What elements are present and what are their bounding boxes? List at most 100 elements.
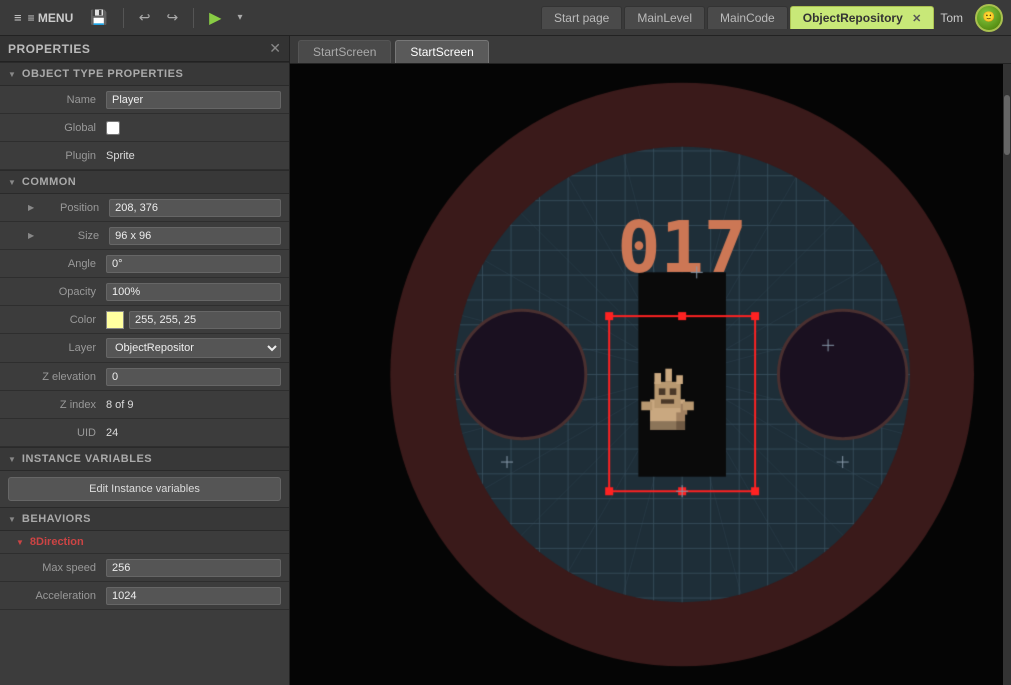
- editor-tab-label-2: StartScreen: [410, 45, 473, 59]
- panel-close-button[interactable]: ✕: [269, 40, 281, 57]
- prop-size-input[interactable]: [109, 227, 281, 245]
- color-swatch[interactable]: [106, 311, 124, 329]
- section-title-common: COMMON: [22, 176, 76, 188]
- prop-opacity-input[interactable]: [106, 283, 281, 301]
- prop-opacity-row: Opacity: [0, 278, 289, 306]
- prop-opacity-label: Opacity: [16, 286, 106, 298]
- game-view[interactable]: [290, 64, 1011, 685]
- tab-close-object-repository[interactable]: ✕: [912, 13, 921, 25]
- section-title-iv: INSTANCE VARIABLES: [22, 453, 152, 465]
- prop-uid-label: UID: [16, 427, 106, 439]
- user-name-label: Tom: [940, 11, 963, 25]
- common-content: ▶ Position ▶ Size Angle Opacity: [0, 194, 289, 447]
- prop-color-label: Color: [16, 314, 106, 326]
- panel-body: ▼ OBJECT TYPE PROPERTIES Name Global Plu…: [0, 62, 289, 685]
- instance-variables-content: Edit Instance variables: [0, 471, 289, 507]
- section-title-beh: BEHAVIORS: [22, 513, 91, 525]
- editor-scrollbar[interactable]: [1003, 64, 1011, 685]
- prop-angle-label: Angle: [16, 258, 106, 270]
- prop-size-label: Size: [39, 230, 109, 242]
- prop-name-label: Name: [16, 94, 106, 106]
- prop-angle-row: Angle: [0, 250, 289, 278]
- section-instance-variables[interactable]: ▼ INSTANCE VARIABLES: [0, 447, 289, 471]
- menu-button[interactable]: ≡ ≡ MENU: [8, 8, 79, 27]
- panel-header: PROPERTIES ✕: [0, 36, 289, 62]
- prop-uid-row: UID 24: [0, 419, 289, 447]
- editor-area: StartScreen StartScreen: [290, 36, 1011, 685]
- prop-zelevation-input[interactable]: [106, 368, 281, 386]
- prop-maxspeed-label: Max speed: [16, 562, 106, 574]
- edit-instance-vars-button[interactable]: Edit Instance variables: [8, 477, 281, 501]
- section-object-type-props[interactable]: ▼ OBJECT TYPE PROPERTIES: [0, 62, 289, 86]
- prop-size-row: ▶ Size: [0, 222, 289, 250]
- prop-zindex-label: Z index: [16, 399, 106, 411]
- prop-maxspeed-row: Max speed: [0, 554, 289, 582]
- tab-label-start-page: Start page: [554, 11, 609, 25]
- prop-layer-label: Layer: [16, 342, 106, 354]
- prop-acceleration-label: Acceleration: [16, 590, 106, 602]
- prop-angle-input[interactable]: [106, 255, 281, 273]
- avatar-icon: 🙂: [983, 12, 995, 23]
- section-arrow-iv: ▼: [8, 455, 16, 464]
- scrollbar-thumb[interactable]: [1004, 95, 1010, 155]
- prop-name-row: Name: [0, 86, 289, 114]
- properties-panel: PROPERTIES ✕ ▼ OBJECT TYPE PROPERTIES Na…: [0, 36, 290, 685]
- tab-label-object-repository: ObjectRepository: [803, 11, 903, 25]
- prop-plugin-value: Sprite: [106, 150, 281, 162]
- play-button[interactable]: ▶: [204, 5, 226, 31]
- tab-start-page[interactable]: Start page: [541, 6, 622, 29]
- section-behaviors[interactable]: ▼ BEHAVIORS: [0, 507, 289, 531]
- main-content: PROPERTIES ✕ ▼ OBJECT TYPE PROPERTIES Na…: [0, 36, 1011, 685]
- section-arrow-beh: ▼: [8, 515, 16, 524]
- game-canvas[interactable]: [290, 64, 1003, 685]
- redo-button[interactable]: ↪: [161, 6, 183, 29]
- prop-name-input[interactable]: [106, 91, 281, 109]
- panel-title: PROPERTIES: [8, 42, 90, 56]
- prop-position-input[interactable]: [109, 199, 281, 217]
- top-tab-bar: Start page MainLevel MainCode ObjectRepo…: [541, 6, 934, 29]
- behavior-8direction[interactable]: ▼ 8Direction: [0, 531, 289, 554]
- prop-acceleration-row: Acceleration: [0, 582, 289, 610]
- object-type-props-content: Name Global Plugin Sprite: [0, 86, 289, 170]
- play-dropdown-button[interactable]: ▾: [232, 9, 247, 26]
- editor-tab-label-1: StartScreen: [313, 45, 376, 59]
- prop-plugin-row: Plugin Sprite: [0, 142, 289, 170]
- prop-global-label: Global: [16, 122, 106, 134]
- section-arrow-common: ▼: [8, 178, 16, 187]
- editor-tab-bar: StartScreen StartScreen: [290, 36, 1011, 64]
- tab-object-repository[interactable]: ObjectRepository ✕: [790, 6, 935, 29]
- behavior-arrow: ▼: [16, 538, 24, 547]
- prop-zelevation-label: Z elevation: [16, 371, 106, 383]
- prop-plugin-label: Plugin: [16, 150, 106, 162]
- user-avatar[interactable]: 🙂: [975, 4, 1003, 32]
- prop-zindex-row: Z index 8 of 9: [0, 391, 289, 419]
- prop-global-checkbox[interactable]: [106, 121, 120, 135]
- tab-main-code[interactable]: MainCode: [707, 6, 788, 29]
- section-title-otp: OBJECT TYPE PROPERTIES: [22, 68, 183, 80]
- prop-zindex-value: 8 of 9: [106, 399, 281, 411]
- prop-uid-value: 24: [106, 427, 281, 439]
- position-expand-arrow: ▶: [28, 203, 34, 212]
- prop-zelevation-row: Z elevation: [0, 363, 289, 391]
- section-arrow-otp: ▼: [8, 70, 16, 79]
- editor-tab-startscreen-2[interactable]: StartScreen: [395, 40, 488, 63]
- prop-layer-select[interactable]: ObjectRepositor: [106, 338, 281, 358]
- prop-acceleration-input[interactable]: [106, 587, 281, 605]
- prop-color-input[interactable]: [129, 311, 281, 329]
- tab-label-main-code: MainCode: [720, 11, 775, 25]
- editor-tab-startscreen-1[interactable]: StartScreen: [298, 40, 391, 63]
- menu-icon: ≡: [14, 10, 22, 25]
- prop-position-row: ▶ Position: [0, 194, 289, 222]
- section-common[interactable]: ▼ COMMON: [0, 170, 289, 194]
- prop-global-row: Global: [0, 114, 289, 142]
- prop-color-row: Color: [0, 306, 289, 334]
- prop-maxspeed-input[interactable]: [106, 559, 281, 577]
- editor-canvas: [290, 64, 1011, 685]
- menu-label: ≡ MENU: [28, 11, 74, 25]
- save-button[interactable]: 💾: [85, 6, 112, 29]
- tab-main-level[interactable]: MainLevel: [624, 6, 705, 29]
- tab-label-main-level: MainLevel: [637, 11, 692, 25]
- separator-2: [193, 8, 194, 28]
- size-expand-arrow: ▶: [28, 231, 34, 240]
- undo-button[interactable]: ↩: [134, 6, 156, 29]
